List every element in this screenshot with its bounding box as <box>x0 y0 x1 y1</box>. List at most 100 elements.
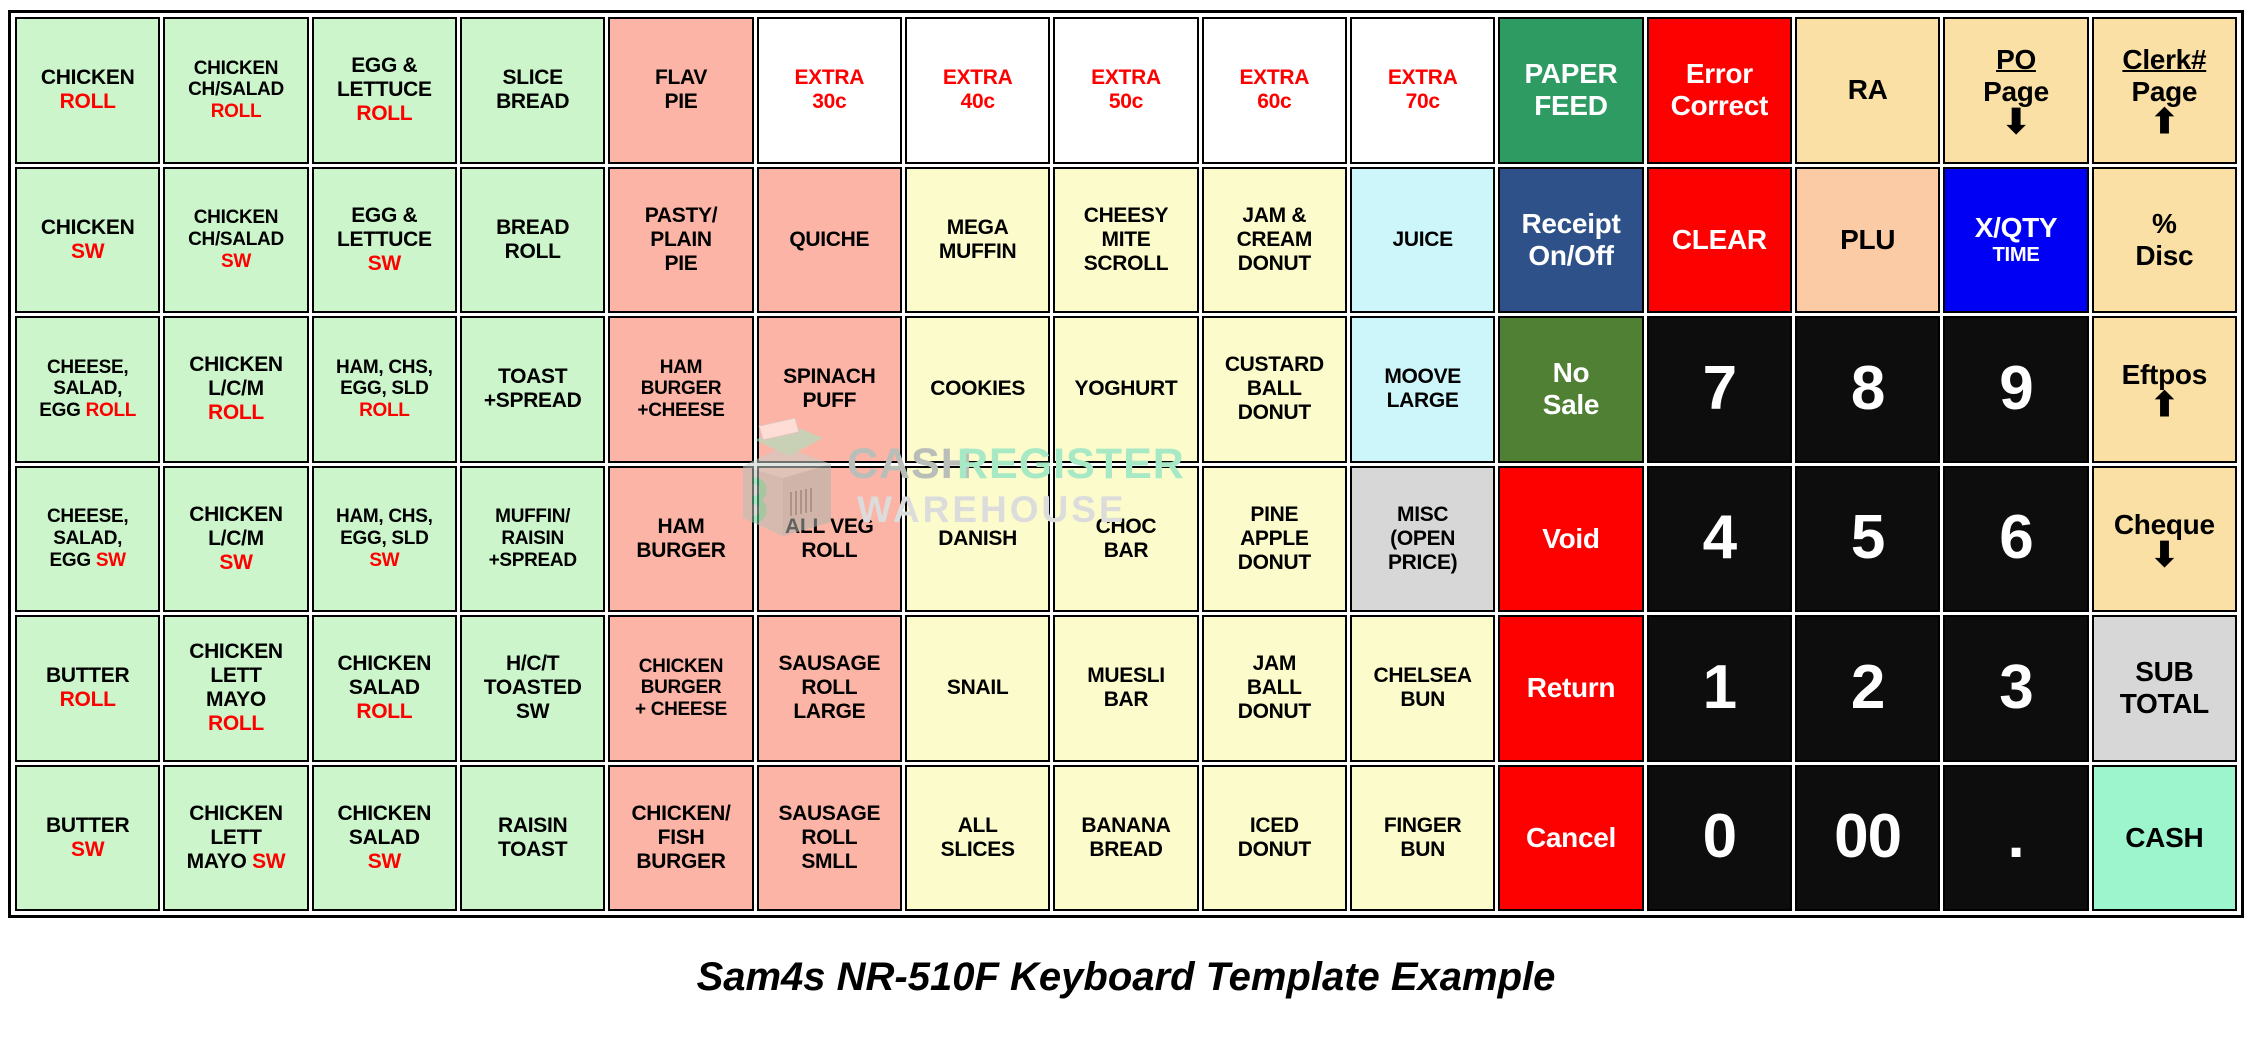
key-ra[interactable]: RA <box>1794 17 1941 164</box>
key-paper-feed[interactable]: PAPER FEED <box>1498 17 1644 164</box>
key-5[interactable]: 5 <box>1794 465 1941 612</box>
key-ham-chs-egg-sld-roll[interactable]: HAM, CHS, EGG, SLD ROLL <box>311 316 457 463</box>
key-moove-large[interactable]: MOOVE LARGE <box>1349 316 1496 463</box>
key-return[interactable]: Return <box>1498 615 1644 762</box>
key-chicken-lcm-roll-line-2: L/C/M <box>208 377 264 401</box>
key-x-qty-time[interactable]: X/QTY TIME <box>1943 166 2089 313</box>
key-extra-70c[interactable]: EXTRA 70c <box>1349 17 1496 164</box>
key-2[interactable]: 2 <box>1794 615 1941 762</box>
key-egg-lettuce-sw[interactable]: EGG & LETTUCE SW <box>311 166 457 313</box>
key-danish[interactable]: DANISH <box>904 465 1051 612</box>
key-sausage-roll-large[interactable]: SAUSAGE ROLL LARGE <box>756 615 902 762</box>
key-error-correct[interactable]: Error Correct <box>1646 17 1792 164</box>
key-spinach-puff[interactable]: SPINACH PUFF <box>756 316 902 463</box>
key-8[interactable]: 8 <box>1794 316 1941 463</box>
key-choc-bar[interactable]: CHOC BAR <box>1053 465 1199 612</box>
key-banana-bread[interactable]: BANANA BREAD <box>1053 764 1199 911</box>
key-6[interactable]: 6 <box>1943 465 2089 612</box>
key-cancel[interactable]: Cancel <box>1498 764 1644 911</box>
key-eftpos[interactable]: Eftpos ⬆ <box>2091 316 2237 463</box>
key-chicken-salad-sw[interactable]: CHICKEN SALAD SW <box>311 764 457 911</box>
key-muffin-raisin-spread[interactable]: MUFFIN/RAISIN +SPREAD <box>459 465 606 612</box>
key-ham-burger-line-1: HAM <box>657 514 705 538</box>
key-3[interactable]: 3 <box>1943 615 2089 762</box>
key-sausage-roll-large-line-2: ROLL <box>801 676 858 700</box>
key-extra-50c[interactable]: EXTRA 50c <box>1053 17 1199 164</box>
key-juice[interactable]: JUICE <box>1349 166 1496 313</box>
key-cookies[interactable]: COOKIES <box>904 316 1051 463</box>
key-plu[interactable]: PLU <box>1794 166 1941 313</box>
key-7[interactable]: 7 <box>1646 316 1792 463</box>
key-toast-spread[interactable]: TOAST +SPREAD <box>459 316 606 463</box>
key-ham-burger[interactable]: HAM BURGER <box>608 465 754 612</box>
key-receipt-on-off[interactable]: Receipt On/Off <box>1498 166 1644 313</box>
key-misc-open-price[interactable]: MISC (OPEN PRICE) <box>1349 465 1496 612</box>
key-custard-ball-donut[interactable]: CUSTARD BALL DONUT <box>1201 316 1347 463</box>
key-cheque[interactable]: Cheque ⬇ <box>2091 465 2237 612</box>
key-cancel-line-1: Cancel <box>1525 821 1616 853</box>
key-cheesy-mite-scroll[interactable]: CHEESY MITE SCROLL <box>1053 166 1199 313</box>
key-sausage-roll-smll[interactable]: SAUSAGE ROLL SMLL <box>756 764 902 911</box>
key-egg-lettuce-roll[interactable]: EGG & LETTUCE ROLL <box>311 17 457 164</box>
key-clerk-page[interactable]: Clerk# Page ⬆ <box>2091 17 2237 164</box>
key-raisin-toast[interactable]: RAISIN TOAST <box>459 764 606 911</box>
key-1[interactable]: 1 <box>1646 615 1792 762</box>
key-00[interactable]: 00 <box>1794 764 1941 911</box>
key-extra-30c[interactable]: EXTRA 30c <box>756 17 902 164</box>
key-cheese-salad-egg-sw[interactable]: CHEESE, SALAD, EGG SW <box>15 465 161 612</box>
key-chicken-burger-cheese[interactable]: CHICKEN BURGER + CHEESE <box>608 615 754 762</box>
key-extra-60c[interactable]: EXTRA 60c <box>1201 17 1347 164</box>
key-chicken-roll[interactable]: CHICKEN ROLL <box>15 17 161 164</box>
key-quiche[interactable]: QUICHE <box>756 166 902 313</box>
key-9[interactable]: 9 <box>1943 316 2089 463</box>
key-chicken-salad-roll[interactable]: CHICKEN SALAD ROLL <box>311 615 457 762</box>
key-iced-donut-line-1: ICED <box>1249 813 1299 837</box>
key-jam-cream-donut[interactable]: JAM & CREAM DONUT <box>1201 166 1347 313</box>
keyboard-template-page: CHICKEN ROLL CHICKEN CH/SALAD ROLL EGG & LETTU… <box>0 0 2252 1062</box>
key-yoghurt[interactable]: YOGHURT <box>1053 316 1199 463</box>
key-chicken-lett-mayo-roll[interactable]: CHICKEN LETT MAYO ROLL <box>163 615 309 762</box>
key-jam-ball-donut[interactable]: JAM BALL DONUT <box>1201 615 1347 762</box>
key-po-page[interactable]: PO Page ⬇ <box>1943 17 2089 164</box>
key-chicken-lcm-sw[interactable]: CHICKEN L/C/M SW <box>163 465 309 612</box>
key-all-veg-roll[interactable]: ALL VEG ROLL <box>756 465 902 612</box>
key-cheese-salad-egg-roll[interactable]: CHEESE, SALAD, EGG ROLL <box>15 316 161 463</box>
key-butter-roll[interactable]: BUTTER ROLL <box>15 615 161 762</box>
key-muesli-bar[interactable]: MUESLI BAR <box>1053 615 1199 762</box>
key-bread-roll[interactable]: BREAD ROLL <box>459 166 606 313</box>
key-chicken-fish-burger[interactable]: CHICKEN/FISH BURGER <box>608 764 754 911</box>
key-iced-donut[interactable]: ICED DONUT <box>1201 764 1347 911</box>
key-sausage-roll-smll-line-1: SAUSAGE <box>778 801 881 825</box>
key-0[interactable]: 0 <box>1646 764 1792 911</box>
key-snail[interactable]: SNAIL <box>904 615 1051 762</box>
key-chicken-sw[interactable]: CHICKEN SW <box>15 166 161 313</box>
key-extra-60c-line-2: 60c <box>1257 90 1292 114</box>
key-pasty-plain-pie[interactable]: PASTY/PLAIN PIE <box>608 166 754 313</box>
key-extra-40c[interactable]: EXTRA 40c <box>904 17 1051 164</box>
key-pine-apple-donut[interactable]: PINE APPLE DONUT <box>1201 465 1347 612</box>
key-ham-chs-egg-sld-sw[interactable]: HAM, CHS, EGG, SLD SW <box>311 465 457 612</box>
key-chicken-lett-mayo-sw[interactable]: CHICKEN LETT MAYO SW <box>163 764 309 911</box>
key-chicken-chsalad-roll[interactable]: CHICKEN CH/SALAD ROLL <box>163 17 309 164</box>
key-void[interactable]: Void <box>1498 465 1644 612</box>
key-mega-muffin[interactable]: MEGA MUFFIN <box>904 166 1051 313</box>
key-flav-pie[interactable]: FLAV PIE <box>608 17 754 164</box>
key-all-slices[interactable]: ALL SLICES <box>904 764 1051 911</box>
key-chicken-chsalad-sw[interactable]: CHICKEN CH/SALAD SW <box>163 166 309 313</box>
key-butter-sw[interactable]: BUTTER SW <box>15 764 161 911</box>
key-4[interactable]: 4 <box>1646 465 1792 612</box>
key-decimal-point[interactable]: . <box>1943 764 2089 911</box>
key-finger-bun[interactable]: FINGER BUN <box>1349 764 1496 911</box>
key-ham-burger-cheese[interactable]: HAM BURGER +CHEESE <box>608 316 754 463</box>
key-no-sale[interactable]: No Sale <box>1498 316 1644 463</box>
key-chicken-lett-mayo-roll-line-2: LETT <box>210 664 262 688</box>
key-all-slices-line-1: ALL <box>957 813 998 837</box>
key-chicken-lcm-roll[interactable]: CHICKEN L/C/M ROLL <box>163 316 309 463</box>
key-cash[interactable]: CASH <box>2091 764 2237 911</box>
key-slice-bread[interactable]: SLICE BREAD <box>459 17 606 164</box>
key-percent-disc[interactable]: % Disc <box>2091 166 2237 313</box>
key-clear[interactable]: CLEAR <box>1646 166 1792 313</box>
key-chelsea-bun[interactable]: CHELSEA BUN <box>1349 615 1496 762</box>
key-hct-toasted-sw[interactable]: H/C/T TOASTED SW <box>459 615 606 762</box>
key-sub-total[interactable]: SUB TOTAL <box>2091 615 2237 762</box>
